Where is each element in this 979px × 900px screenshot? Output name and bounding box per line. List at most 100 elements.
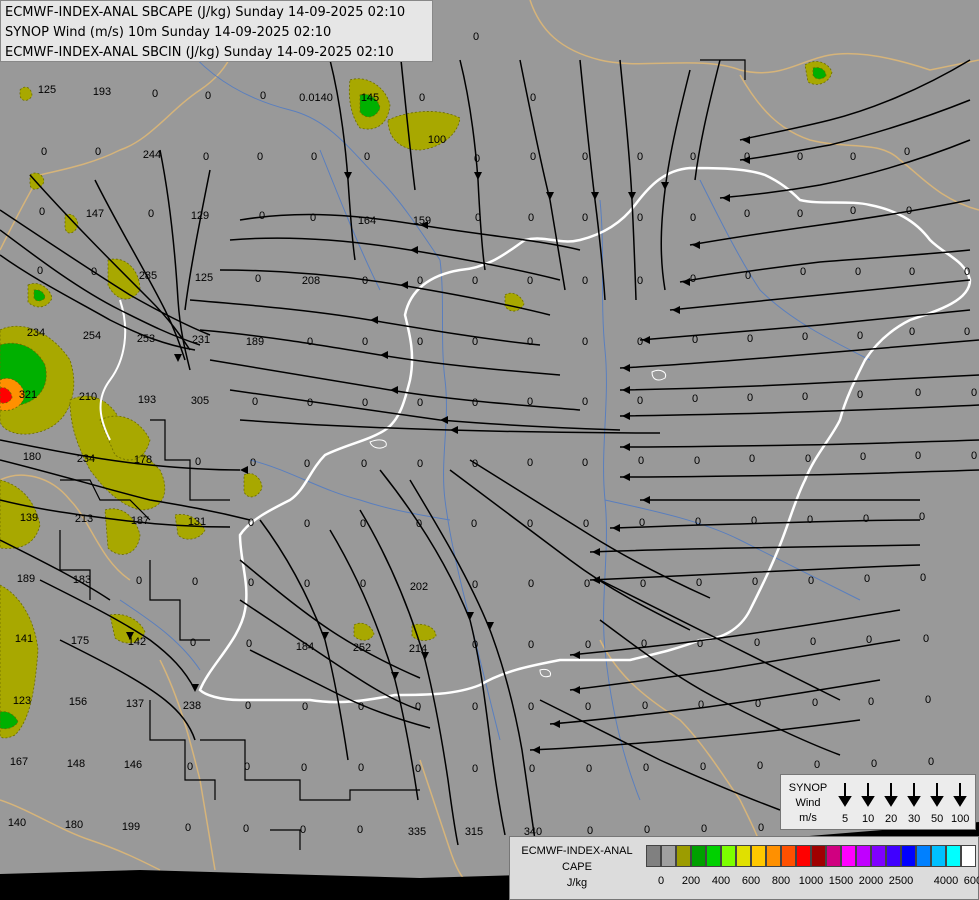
cape-value-label: 244 — [143, 149, 161, 161]
cape-value-label: 0 — [255, 273, 261, 285]
cape-value-label: 0 — [358, 701, 364, 713]
cape-value-label: 184 — [296, 641, 314, 653]
cape-value-label: 0 — [751, 515, 757, 527]
cape-value-label: 0 — [638, 455, 644, 467]
cape-value-label: 0 — [472, 397, 478, 409]
cape-value-label: 0 — [527, 518, 533, 530]
cape-value-label: 0 — [805, 453, 811, 465]
cape-value-label: 0 — [417, 458, 423, 470]
cape-value-label: 167 — [10, 756, 28, 768]
cape-value-label: 100 — [428, 134, 446, 146]
cape-value-label: 0 — [527, 396, 533, 408]
cape-value-label: 0 — [868, 696, 874, 708]
cape-value-label: 145 — [361, 92, 379, 104]
cape-value-label: 0 — [752, 576, 758, 588]
cape-value-label: 0 — [637, 336, 643, 348]
cape-value-label: 129 — [191, 210, 209, 222]
cape-value-label: 0 — [472, 579, 478, 591]
cape-scale-tick: 0 — [657, 875, 665, 887]
cape-value-label: 0 — [357, 824, 363, 836]
cape-value-label: 202 — [410, 581, 428, 593]
cape-value-label: 0 — [415, 701, 421, 713]
cape-color-swatch — [841, 845, 856, 867]
cape-color-swatch — [811, 845, 826, 867]
wind-speed-label: 50 — [931, 813, 944, 825]
cape-value-label: 123 — [13, 695, 31, 707]
cape-value-label: 142 — [128, 636, 146, 648]
cape-value-label: 0 — [528, 639, 534, 651]
cape-value-label: 0 — [205, 90, 211, 102]
cape-color-swatch — [886, 845, 901, 867]
cape-value-label: 0 — [696, 577, 702, 589]
cape-value-label: 0 — [195, 456, 201, 468]
wind-speed-label: 20 — [885, 813, 898, 825]
cape-value-label: 0 — [749, 453, 755, 465]
cape-value-label: 0 — [923, 633, 929, 645]
cape-value-label: 234 — [27, 327, 45, 339]
cape-value-label: 0 — [362, 336, 368, 348]
cape-value-label: 0 — [417, 336, 423, 348]
cape-value-label: 0 — [850, 151, 856, 163]
cape-value-label: 285 — [139, 270, 157, 282]
cape-value-label: 0 — [361, 458, 367, 470]
cape-value-label: 0 — [807, 514, 813, 526]
cape-value-label: 238 — [183, 700, 201, 712]
wind-legend-label: SYNOP Wind m/s — [788, 782, 828, 824]
cape-color-swatch — [736, 845, 751, 867]
cape-color-swatch — [946, 845, 961, 867]
cape-value-label: 175 — [71, 635, 89, 647]
cape-value-label: 0 — [530, 151, 536, 163]
cape-value-label: 0 — [758, 822, 764, 834]
cape-color-swatch — [676, 845, 691, 867]
cape-value-label: 0 — [810, 636, 816, 648]
cape-value-label: 0 — [745, 270, 751, 282]
cape-value-label: 0 — [690, 273, 696, 285]
cape-value-label: 0 — [304, 518, 310, 530]
cape-value-label: 0 — [928, 756, 934, 768]
cape-value-label: 0 — [417, 275, 423, 287]
cape-value-label: 0 — [642, 700, 648, 712]
cape-value-label: 0 — [582, 151, 588, 163]
cape-value-label: 0 — [855, 266, 861, 278]
cape-value-label: 140 — [8, 817, 26, 829]
cape-value-label: 0 — [871, 758, 877, 770]
cape-value-label: 189 — [246, 336, 264, 348]
cape-color-swatch — [901, 845, 916, 867]
cape-value-label: 0 — [192, 576, 198, 588]
cape-scale-tick: 800 — [771, 875, 791, 887]
cape-value-label: 0 — [585, 701, 591, 713]
cape-value-label: 0 — [472, 763, 478, 775]
cape-value-label: 164 — [358, 215, 376, 227]
cape-value-label: 0 — [797, 208, 803, 220]
cape-value-label: 0 — [362, 275, 368, 287]
cape-value-label: 0 — [583, 518, 589, 530]
cape-value-label: 0 — [302, 701, 308, 713]
cape-value-label: 0 — [527, 457, 533, 469]
cape-value-label: 0 — [529, 763, 535, 775]
cape-value-label: 0 — [530, 92, 536, 104]
cape-value-label: 0 — [358, 762, 364, 774]
cape-value-label: 0 — [641, 638, 647, 650]
cape-value-label: 0 — [644, 824, 650, 836]
cape-scale-tick: 600 — [741, 875, 761, 887]
cape-value-label: 0 — [695, 516, 701, 528]
cape-value-label: 0 — [360, 578, 366, 590]
cape-value-label: 0 — [190, 637, 196, 649]
wind-speed-label: 5 — [842, 813, 849, 825]
cape-value-label: 214 — [409, 643, 427, 655]
cape-value-label: 141 — [15, 633, 33, 645]
cape-scale-tick: 6000 — [963, 875, 979, 887]
cape-value-label: 0 — [472, 336, 478, 348]
cape-value-label: 0 — [472, 458, 478, 470]
cape-value-label: 213 — [75, 513, 93, 525]
cape-value-label: 0 — [814, 759, 820, 771]
cape-value-label: 0 — [915, 387, 921, 399]
cape-value-label: 0 — [584, 578, 590, 590]
cape-value-label: 180 — [65, 819, 83, 831]
wind-legend: SYNOP Wind m/s 5 10 20 30 50 100 — [780, 774, 976, 830]
cape-value-label: 0 — [700, 761, 706, 773]
cape-value-label: 0 — [203, 151, 209, 163]
cape-value-label: 0 — [136, 575, 142, 587]
cape-value-label: 0 — [909, 326, 915, 338]
cape-value-label: 0 — [304, 458, 310, 470]
